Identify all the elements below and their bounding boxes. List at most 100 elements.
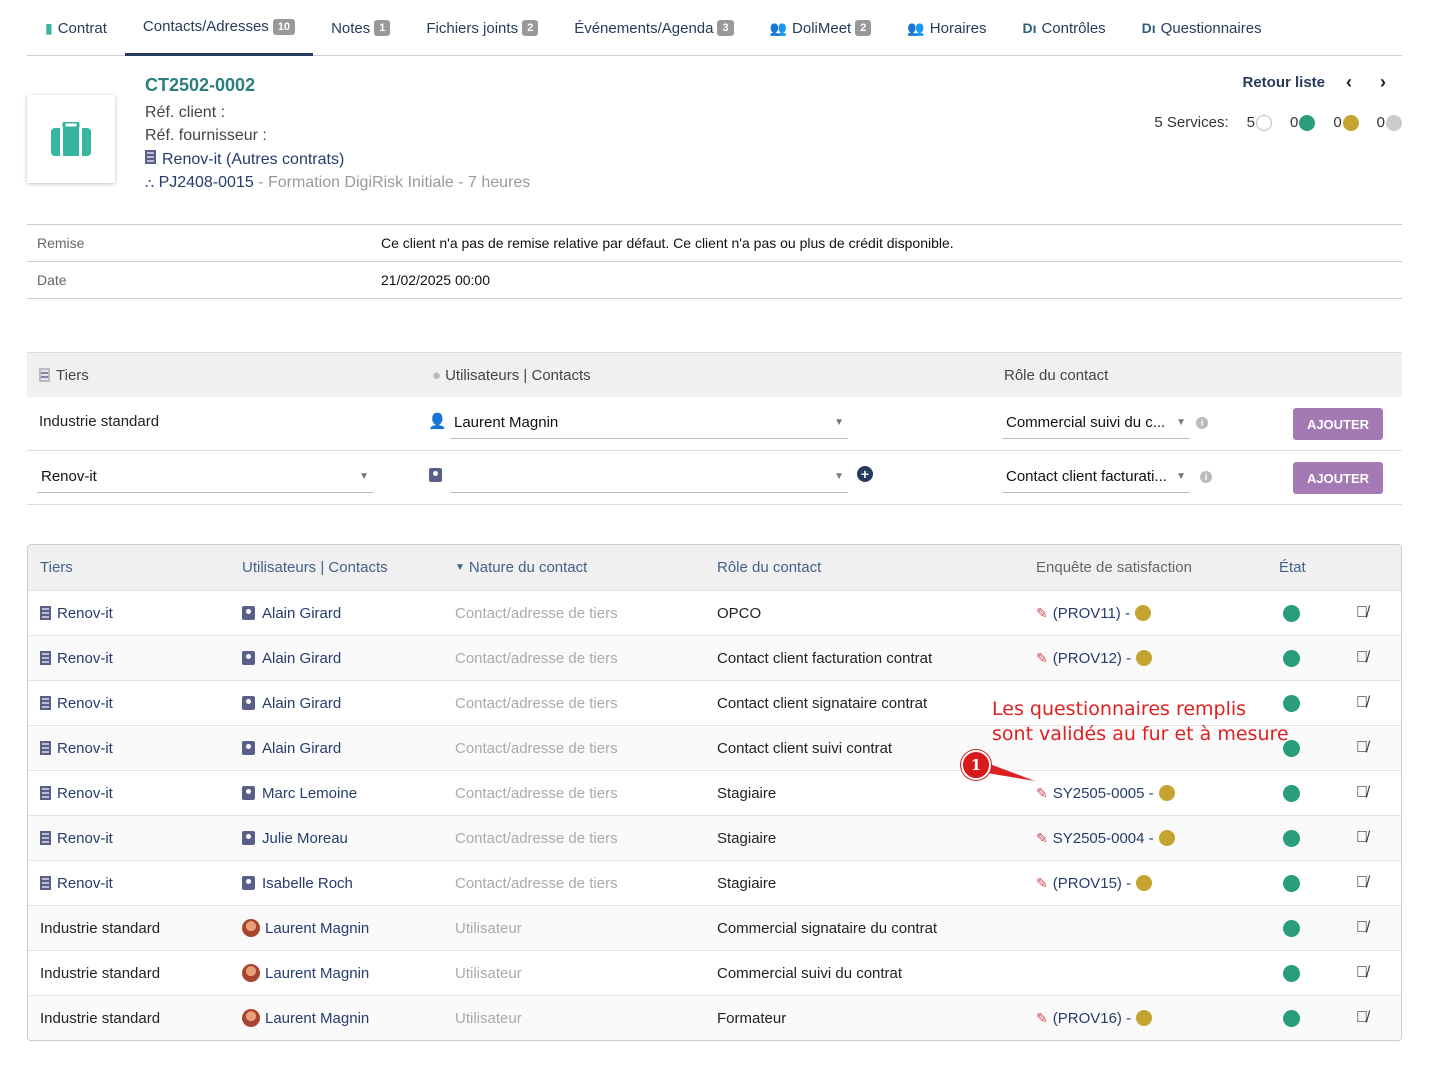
tab-evenements-agenda[interactable]: Événements/Agenda 3 <box>556 0 751 56</box>
contact-link[interactable]: Julie Moreau <box>242 816 348 860</box>
status-toggle[interactable] <box>1283 861 1300 905</box>
tiers-link[interactable]: Renov-it <box>40 636 113 680</box>
tiers-name: Industrie standard <box>40 1009 161 1027</box>
contact-link[interactable]: Laurent Magnin <box>242 906 369 950</box>
tab-label: Événements/Agenda <box>574 19 714 37</box>
survey-link[interactable]: ✎ SY2505-0004 - <box>1036 816 1175 860</box>
tab-dolimeet[interactable]: 👥 DoliMeet 2 <box>752 0 890 56</box>
unlink-button[interactable]: ⛓̸ <box>1356 861 1368 905</box>
col-etat[interactable]: État <box>1279 545 1306 590</box>
role-text: OPCO <box>717 604 762 622</box>
status-toggle[interactable] <box>1283 816 1300 860</box>
survey-status-dot <box>1136 875 1153 891</box>
unlink-button[interactable]: ⛓̸ <box>1356 726 1368 770</box>
survey-link[interactable]: ✎ (PROV11) - <box>1036 591 1151 635</box>
project-label: - Formation DigiRisk Initiale - 7 heures <box>258 174 531 191</box>
tiers-link[interactable]: Renov-it <box>40 591 113 635</box>
role-text: Commercial suivi du contrat <box>717 964 903 982</box>
tiers-link[interactable]: Renov-it <box>40 681 113 725</box>
status-active-icon <box>1283 919 1300 937</box>
building-icon <box>40 651 51 665</box>
contact-link[interactable]: Laurent Magnin <box>242 951 369 995</box>
building-icon <box>40 606 51 620</box>
tiers-select[interactable]: Renov-it ▼ <box>37 461 373 493</box>
table-row: Renov-it Julie Moreau Contact/adresse de… <box>28 815 1401 860</box>
info-icon: i <box>1196 417 1208 429</box>
info-icon: i <box>1200 471 1212 483</box>
status-inactive-icon <box>1255 114 1272 131</box>
add-contact-form: Tiers ● Utilisateurs | Contacts Rôle du c… <box>27 352 1402 505</box>
survey-status-dot <box>1134 605 1151 621</box>
people-icon: 👥 <box>907 19 925 36</box>
tab-count-badge: 3 <box>717 20 734 36</box>
role-select[interactable]: Contact client facturati... ▼ <box>1002 461 1190 493</box>
status-active-icon <box>1283 604 1300 622</box>
contact-link[interactable]: Alain Girard <box>242 591 341 635</box>
contact-link[interactable]: Alain Girard <box>242 726 341 770</box>
unlink-button[interactable]: ⛓̸ <box>1356 906 1368 950</box>
add-contact-plus-icon[interactable]: + <box>857 466 873 482</box>
status-active-icon <box>1299 114 1316 131</box>
tab-questionnaires[interactable]: Dı Questionnaires <box>1124 0 1280 56</box>
survey-link[interactable]: ✎ (PROV12) - <box>1036 636 1153 680</box>
tab-notes[interactable]: Notes 1 <box>313 0 408 56</box>
nature-text: Utilisateur <box>455 919 522 937</box>
status-toggle[interactable] <box>1283 771 1300 815</box>
unlink-button[interactable]: ⛓̸ <box>1356 681 1368 725</box>
contact-card-icon <box>242 831 255 845</box>
role-select[interactable]: Commercial suivi du c... ▼ <box>1002 407 1190 439</box>
thirdparty-link[interactable]: Renov-it <box>162 151 222 168</box>
tiers-link[interactable]: Renov-it <box>40 726 113 770</box>
unlink-button[interactable]: ⛓̸ <box>1356 636 1368 680</box>
survey-link[interactable]: ✎ SY2505-0005 - <box>1036 771 1175 815</box>
add-contact-button[interactable]: AJOUTER <box>1293 462 1383 494</box>
table-body: Renov-it Alain Girard Contact/adresse de… <box>28 590 1401 1040</box>
user-select[interactable]: Laurent Magnin ▼ <box>450 407 848 439</box>
tab-label: Contrat <box>57 19 107 37</box>
avatar <box>242 919 260 937</box>
unlink-button[interactable]: ⛓̸ <box>1356 591 1368 635</box>
col-users-contacts[interactable]: Utilisateurs | Contacts <box>242 545 388 590</box>
tiers-link[interactable]: Renov-it <box>40 861 113 905</box>
nature-text: Contact/adresse de tiers <box>455 739 618 757</box>
contact-link[interactable]: Isabelle Roch <box>242 861 353 905</box>
contact-select[interactable]: ▼ <box>450 461 848 493</box>
tab-contrat[interactable]: ▮ Contrat <box>27 0 125 56</box>
contact-link[interactable]: Alain Girard <box>242 681 341 725</box>
tiers-link[interactable]: Renov-it <box>40 771 113 815</box>
status-toggle[interactable] <box>1283 951 1300 995</box>
contact-link[interactable]: Laurent Magnin <box>242 996 369 1040</box>
survey-status-dot <box>1158 830 1175 846</box>
chevron-down-icon: ▼ <box>1176 471 1186 482</box>
add-user-button[interactable]: AJOUTER <box>1293 408 1383 440</box>
col-role[interactable]: Rôle du contact <box>717 545 821 590</box>
tab-controles[interactable]: Dı Contrôles <box>1004 0 1123 56</box>
survey-link[interactable]: ✎ (PROV16) - <box>1036 996 1153 1040</box>
tiers-link[interactable]: Renov-it <box>40 816 113 860</box>
tab-horaires[interactable]: 👥 Horaires <box>889 0 1004 56</box>
survey-link[interactable]: ✎ (PROV15) - <box>1036 861 1153 905</box>
col-nature[interactable]: ▼ Nature du contact <box>455 545 587 590</box>
role-text: Commercial signataire du contrat <box>717 919 938 937</box>
unlink-button[interactable]: ⛓̸ <box>1356 771 1368 815</box>
previous-arrow-icon[interactable]: ‹ <box>1346 72 1352 93</box>
sort-down-icon: ▼ <box>455 562 465 573</box>
unlink-button[interactable]: ⛓̸ <box>1356 816 1368 860</box>
building-icon <box>39 368 50 382</box>
unlink-button[interactable]: ⛓̸ <box>1356 951 1368 995</box>
contact-link[interactable]: Alain Girard <box>242 636 341 680</box>
status-toggle[interactable] <box>1283 591 1300 635</box>
next-arrow-icon[interactable]: › <box>1380 72 1386 93</box>
tab-contacts-adresses[interactable]: Contacts/Adresses 10 <box>124 0 314 56</box>
status-toggle[interactable] <box>1283 996 1300 1040</box>
retour-liste-link[interactable]: Retour liste <box>1242 74 1325 91</box>
col-tiers[interactable]: Tiers <box>40 545 73 590</box>
contact-link[interactable]: Marc Lemoine <box>242 771 357 815</box>
unlink-button[interactable]: ⛓̸ <box>1356 996 1368 1040</box>
tab-fichiers-joints[interactable]: Fichiers joints 2 <box>408 0 556 56</box>
building-icon <box>40 696 51 710</box>
status-toggle[interactable] <box>1283 636 1300 680</box>
project-link[interactable]: PJ2408-0015 <box>159 174 254 191</box>
status-toggle[interactable] <box>1283 906 1300 950</box>
ref-fournisseur: Réf. fournisseur : <box>145 127 267 144</box>
